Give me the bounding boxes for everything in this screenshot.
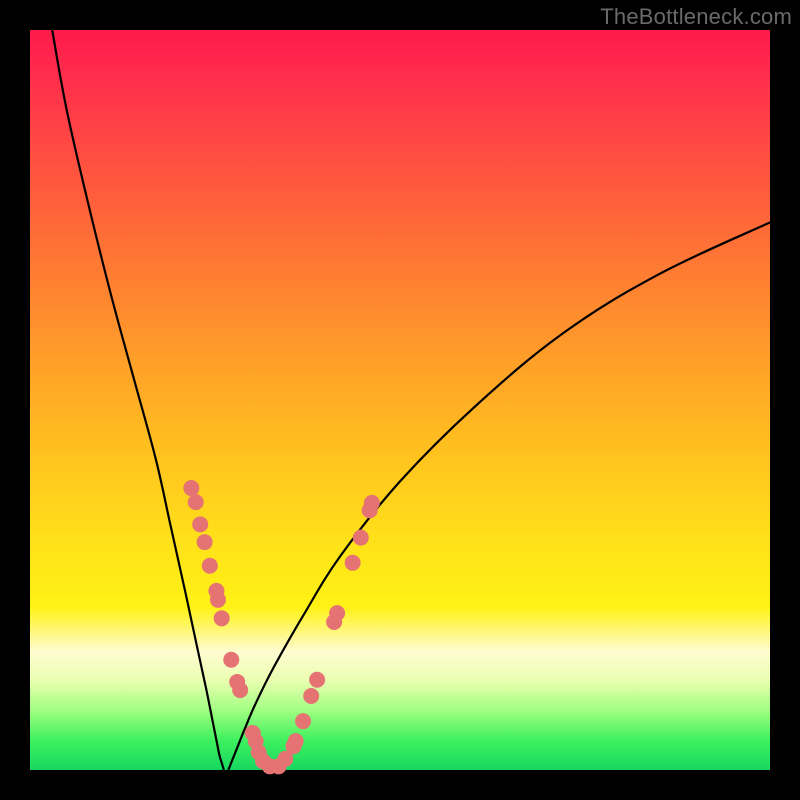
right-curve-path: [228, 222, 770, 770]
data-marker: [329, 605, 345, 621]
chart-frame: TheBottleneck.com: [0, 0, 800, 800]
data-marker: [188, 494, 204, 510]
data-marker: [345, 555, 361, 571]
gradient-plot-area: [30, 30, 770, 770]
data-marker: [232, 682, 248, 698]
data-marker: [288, 733, 304, 749]
data-marker: [303, 688, 319, 704]
left-curve-path: [52, 30, 224, 770]
watermark-text: TheBottleneck.com: [600, 4, 792, 30]
data-marker: [364, 495, 380, 511]
chart-svg: [30, 30, 770, 770]
data-marker: [223, 652, 239, 668]
curve-group: [52, 30, 770, 770]
data-marker: [295, 713, 311, 729]
data-marker: [210, 592, 226, 608]
data-marker: [197, 534, 213, 550]
data-marker: [192, 516, 208, 532]
data-marker: [353, 530, 369, 546]
data-marker: [214, 610, 230, 626]
data-marker: [183, 480, 199, 496]
data-marker: [202, 558, 218, 574]
data-marker: [309, 672, 325, 688]
marker-group: [183, 480, 380, 774]
